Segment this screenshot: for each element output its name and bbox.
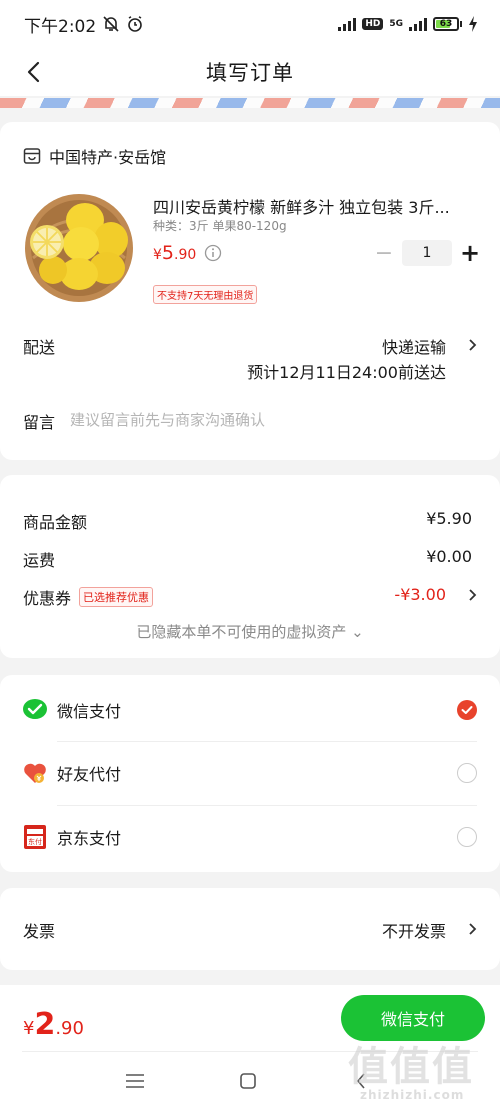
friend-pay-heart-icon bbox=[24, 763, 46, 783]
total-price: ¥2.90 bbox=[23, 1007, 84, 1042]
quantity-stepper: − 1 + bbox=[374, 239, 480, 267]
increase-quantity-button[interactable]: + bbox=[460, 239, 480, 267]
pay-method-label: 好友代付 bbox=[57, 765, 122, 784]
payment-card: 微信支付 好友代付 东付 京东支付 bbox=[0, 675, 500, 872]
pay-method-friend[interactable]: 好友代付 bbox=[0, 742, 500, 804]
signal-icon bbox=[338, 17, 357, 31]
product-price: ¥5.90 bbox=[153, 242, 196, 264]
pay-method-jd[interactable]: 东付 京东支付 bbox=[0, 806, 500, 868]
pay-method-label: 京东支付 bbox=[57, 829, 122, 848]
decrease-quantity-button[interactable]: − bbox=[374, 241, 394, 266]
status-time: 下午2:02 bbox=[24, 16, 97, 37]
watermark-logo: 值值值 zhizhizhi.com bbox=[348, 1046, 498, 1102]
airmail-border bbox=[0, 98, 500, 108]
return-policy-tag: 不支持7天无理由退货 bbox=[153, 285, 258, 304]
menu-icon[interactable] bbox=[126, 1074, 144, 1088]
battery-icon: 63 bbox=[433, 17, 462, 31]
watermark-url: zhizhizhi.com bbox=[360, 1088, 465, 1102]
note-input[interactable] bbox=[68, 406, 472, 434]
freight-value: ¥0.00 bbox=[426, 547, 472, 566]
invoice-card[interactable]: 发票 不开发票 bbox=[0, 888, 500, 970]
home-icon[interactable] bbox=[240, 1073, 256, 1089]
order-item-card: 中国特产·安岳馆 四川安岳黄柠檬 新鲜多汁 独立包装 3斤... 种类：3斤 单… bbox=[0, 122, 500, 460]
jd-icon-text: 东付 bbox=[28, 837, 42, 846]
pay-method-wechat[interactable]: 微信支付 bbox=[0, 679, 500, 741]
goods-amount-label: 商品金额 bbox=[23, 513, 88, 532]
chevron-right-icon[interactable] bbox=[467, 338, 477, 352]
radio-selected[interactable] bbox=[457, 700, 477, 720]
pay-method-label: 微信支付 bbox=[57, 702, 122, 721]
jd-pay-icon: 东付 bbox=[24, 825, 46, 849]
check-icon bbox=[461, 706, 473, 714]
signal-5g-icon bbox=[409, 17, 427, 31]
freight-label: 运费 bbox=[23, 551, 56, 570]
goods-amount-row: 商品金额 ¥5.90 bbox=[23, 509, 472, 533]
invoice-label: 发票 bbox=[23, 922, 56, 941]
shipping-label: 配送 bbox=[23, 338, 56, 357]
charging-icon bbox=[469, 16, 477, 32]
wechat-pay-button[interactable]: 微信支付 bbox=[341, 995, 485, 1041]
battery-level: 63 bbox=[439, 19, 453, 29]
note-label: 留言 bbox=[23, 413, 56, 432]
hd-badge: HD bbox=[362, 18, 384, 30]
total-currency: ¥ bbox=[23, 1018, 35, 1039]
coupon-value: -¥3.00 bbox=[394, 585, 446, 604]
wechat-pay-icon bbox=[23, 699, 47, 719]
shop-row[interactable]: 中国特产·安岳馆 bbox=[23, 144, 166, 168]
amount-card: 商品金额 ¥5.90 运费 ¥0.00 优惠券 已选推荐优惠 -¥3.00 已隐… bbox=[0, 475, 500, 658]
invoice-value: 不开发票 bbox=[381, 922, 446, 941]
page-title: 填写订单 bbox=[206, 61, 294, 85]
bell-off-icon bbox=[103, 16, 119, 32]
product-title[interactable]: 四川安岳黄柠檬 新鲜多汁 独立包装 3斤... bbox=[153, 194, 468, 218]
alarm-icon bbox=[128, 16, 142, 32]
info-icon[interactable] bbox=[204, 244, 222, 262]
watermark-text: 值值值 bbox=[348, 1044, 474, 1090]
chevron-right-icon[interactable] bbox=[467, 922, 477, 936]
coupon-tag: 已选推荐优惠 bbox=[79, 587, 154, 607]
total-decimal: .90 bbox=[55, 1018, 84, 1039]
coupon-label: 优惠券 bbox=[23, 589, 72, 608]
total-integer: 2 bbox=[34, 1007, 56, 1042]
back-arrow-icon[interactable] bbox=[22, 60, 46, 84]
price-decimal: .90 bbox=[174, 247, 197, 263]
coupon-row[interactable]: 优惠券 已选推荐优惠 -¥3.00 bbox=[23, 585, 446, 609]
goods-amount-value: ¥5.90 bbox=[426, 509, 472, 528]
radio-unselected[interactable] bbox=[457, 827, 477, 847]
shipping-method[interactable]: 快递运输 bbox=[382, 334, 446, 358]
freight-row: 运费 ¥0.00 bbox=[23, 547, 472, 571]
shop-name: 中国特产·安岳馆 bbox=[49, 148, 167, 167]
radio-unselected[interactable] bbox=[457, 763, 477, 783]
hidden-assets-toggle[interactable]: 已隐藏本单不可使用的虚拟资产 ⌄ bbox=[0, 621, 500, 642]
network-type: 5G bbox=[389, 19, 403, 29]
status-bar: 下午2:02 HD 5G 63 bbox=[0, 0, 500, 48]
product-image[interactable] bbox=[23, 192, 135, 304]
product-spec[interactable]: 种类：3斤 单果80-120g bbox=[153, 217, 287, 234]
delivery-eta: 预计12月11日24:00前送达 bbox=[247, 363, 446, 382]
price-integer: 5 bbox=[161, 242, 175, 264]
price-currency: ¥ bbox=[153, 247, 162, 263]
chevron-right-icon[interactable] bbox=[467, 588, 477, 602]
quantity-input[interactable]: 1 bbox=[402, 240, 452, 266]
header: 填写订单 bbox=[0, 48, 500, 96]
store-icon bbox=[23, 148, 41, 164]
